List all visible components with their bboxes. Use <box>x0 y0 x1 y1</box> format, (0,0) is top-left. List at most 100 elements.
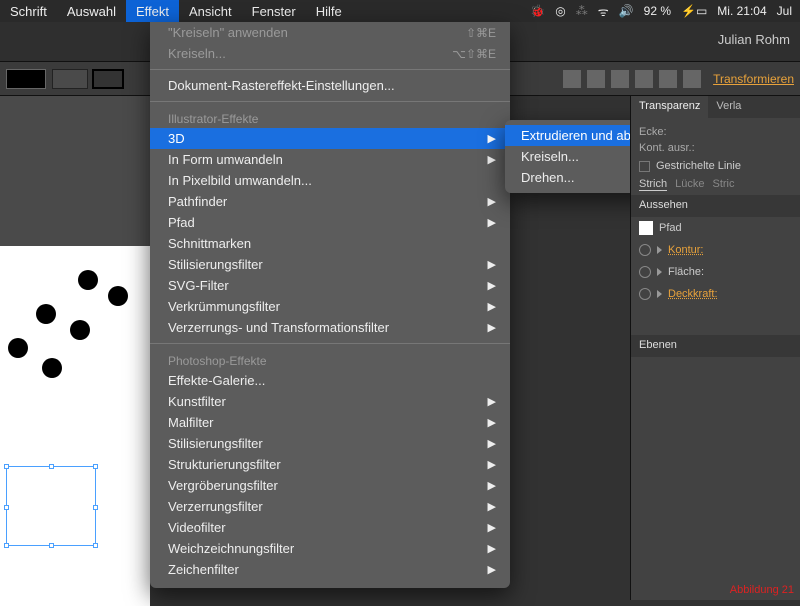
submenu-arrow-icon: ▶ <box>488 437 496 450</box>
appearance-row[interactable]: Deckkraft: <box>631 283 800 305</box>
shape-dot[interactable] <box>70 320 90 340</box>
submenu-arrow-icon: ▶ <box>488 279 496 292</box>
menu-raster-settings[interactable]: Dokument-Rastereffekt-Einstellungen... <box>150 75 510 96</box>
align-icons <box>563 70 701 88</box>
shape-dot[interactable] <box>78 270 98 290</box>
panel-tabs: Transparenz Verla <box>631 96 800 118</box>
disclosure-icon[interactable] <box>657 290 662 298</box>
menu-item[interactable]: In Pixelbild umwandeln... <box>150 170 510 191</box>
shape-dot[interactable] <box>42 358 62 378</box>
align-icon[interactable] <box>659 70 677 88</box>
layers-header[interactable]: Ebenen <box>631 335 800 357</box>
path-swatch-icon <box>639 221 653 235</box>
submenu-arrow-icon: ▶ <box>488 258 496 271</box>
menu-item[interactable]: Verzerrungs- und Transformationsfilter▶ <box>150 317 510 338</box>
document-user: Julian Rohm <box>718 32 790 47</box>
sync-icon[interactable]: ◎ <box>555 4 565 18</box>
appearance-header[interactable]: Aussehen <box>631 195 800 217</box>
tab-transparenz[interactable]: Transparenz <box>631 96 708 118</box>
menu-section-header: Illustrator-Effekte <box>150 107 510 128</box>
appearance-path-row[interactable]: Pfad <box>631 217 800 239</box>
shape-dot[interactable] <box>36 304 56 324</box>
submenu-arrow-icon: ▶ <box>488 300 496 313</box>
menu-item[interactable]: Strukturierungsfilter▶ <box>150 454 510 475</box>
menu-item[interactable]: Verzerrungsfilter▶ <box>150 496 510 517</box>
submenu-arrow-icon: ▶ <box>488 153 496 166</box>
appearance-row[interactable]: Kontur: <box>631 239 800 261</box>
submenu-arrow-icon: ▶ <box>488 321 496 334</box>
submenu-arrow-icon: ▶ <box>488 479 496 492</box>
menu-item[interactable]: Weichzeichnungsfilter▶ <box>150 538 510 559</box>
shape-dot[interactable] <box>8 338 28 358</box>
volume-icon[interactable]: 🔊 <box>619 4 634 18</box>
menu-fenster[interactable]: Fenster <box>242 0 306 22</box>
right-panels: Transparenz Verla Ecke: Kont. ausr.: Ges… <box>630 96 800 600</box>
menu-item[interactable]: SVG-Filter▶ <box>150 275 510 296</box>
menu-item[interactable]: Schnittmarken <box>150 233 510 254</box>
artboard[interactable] <box>0 246 150 606</box>
ecke-label: Ecke: <box>639 126 792 138</box>
effekt-dropdown: "Kreiseln" anwenden⇧⌘E Kreiseln...⌥⇧⌘E D… <box>150 22 510 588</box>
menu-auswahl[interactable]: Auswahl <box>57 0 126 22</box>
menu-item[interactable]: Effekte-Galerie... <box>150 370 510 391</box>
menu-item[interactable]: Stilisierungsfilter▶ <box>150 433 510 454</box>
transform-link[interactable]: Transformieren <box>713 72 794 86</box>
align-icon[interactable] <box>587 70 605 88</box>
appearance-name: Fläche: <box>668 266 792 278</box>
menu-item[interactable]: Malfilter▶ <box>150 412 510 433</box>
align-icon[interactable] <box>611 70 629 88</box>
menu-section-header: Photoshop-Effekte <box>150 349 510 370</box>
menubar-status: 🐞 ◎ ⁂ ᯤ 🔊 92 % ⚡▭ Mi. 21:04 Jul <box>522 3 800 20</box>
menu-effekt[interactable]: Effekt <box>126 0 179 22</box>
figure-caption: Abbildung 21 <box>730 584 794 596</box>
appearance-row[interactable]: Fläche: <box>631 261 800 283</box>
submenu-arrow-icon: ▶ <box>488 563 496 576</box>
menu-recent: Kreiseln...⌥⇧⌘E <box>150 43 510 64</box>
menu-recent-apply: "Kreiseln" anwenden⇧⌘E <box>150 22 510 43</box>
menu-item[interactable]: In Form umwandeln▶ <box>150 149 510 170</box>
visibility-icon[interactable] <box>639 244 651 256</box>
shape-dot[interactable] <box>108 286 128 306</box>
menu-item[interactable]: Pfad▶ <box>150 212 510 233</box>
visibility-icon[interactable] <box>639 266 651 278</box>
dashed-line-check[interactable]: Gestrichelte Linie <box>639 160 792 172</box>
align-icon[interactable] <box>683 70 701 88</box>
menu-hilfe[interactable]: Hilfe <box>306 0 352 22</box>
appearance-name: Deckkraft: <box>668 288 792 300</box>
disclosure-icon[interactable] <box>657 246 662 254</box>
menu-item[interactable]: Pathfinder▶ <box>150 191 510 212</box>
submenu-arrow-icon: ▶ <box>488 521 496 534</box>
menu-item[interactable]: Stilisierungsfilter▶ <box>150 254 510 275</box>
checkbox-icon[interactable] <box>639 161 650 172</box>
menu-item[interactable]: 3D▶ <box>150 128 510 149</box>
menu-item[interactable]: Vergröberungsfilter▶ <box>150 475 510 496</box>
submenu-arrow-icon: ▶ <box>488 216 496 229</box>
appearance-name: Kontur: <box>668 244 792 256</box>
macos-menubar: Schrift Auswahl Effekt Ansicht Fenster H… <box>0 0 800 22</box>
wifi-icon[interactable]: ᯤ <box>598 3 609 20</box>
visibility-icon[interactable] <box>639 288 651 300</box>
notification-icon[interactable]: 🐞 <box>530 4 545 18</box>
align-icon[interactable] <box>563 70 581 88</box>
kont-label: Kont. ausr.: <box>639 142 792 154</box>
clock-text[interactable]: Mi. 21:04 <box>717 4 766 18</box>
stroke-swatch[interactable] <box>92 69 124 89</box>
user-short[interactable]: Jul <box>777 4 792 18</box>
bluetooth-icon[interactable]: ⁂ <box>576 4 588 18</box>
menu-item[interactable]: Zeichenfilter▶ <box>150 559 510 580</box>
tab-verlauf[interactable]: Verla <box>708 96 749 118</box>
menu-item[interactable]: Kunstfilter▶ <box>150 391 510 412</box>
canvas-area[interactable] <box>0 96 150 600</box>
submenu-arrow-icon: ▶ <box>488 132 496 145</box>
menu-item[interactable]: Videofilter▶ <box>150 517 510 538</box>
menu-item[interactable]: Verkrümmungsfilter▶ <box>150 296 510 317</box>
selection-box[interactable] <box>6 466 96 546</box>
menu-schrift[interactable]: Schrift <box>0 0 57 22</box>
battery-icon[interactable]: ⚡▭ <box>681 4 707 18</box>
fill-dropdown[interactable] <box>52 69 88 89</box>
stroke-dash-labels: Strich Lücke Stric <box>639 178 792 191</box>
menu-ansicht[interactable]: Ansicht <box>179 0 242 22</box>
align-icon[interactable] <box>635 70 653 88</box>
fill-swatch[interactable] <box>6 69 46 89</box>
disclosure-icon[interactable] <box>657 268 662 276</box>
